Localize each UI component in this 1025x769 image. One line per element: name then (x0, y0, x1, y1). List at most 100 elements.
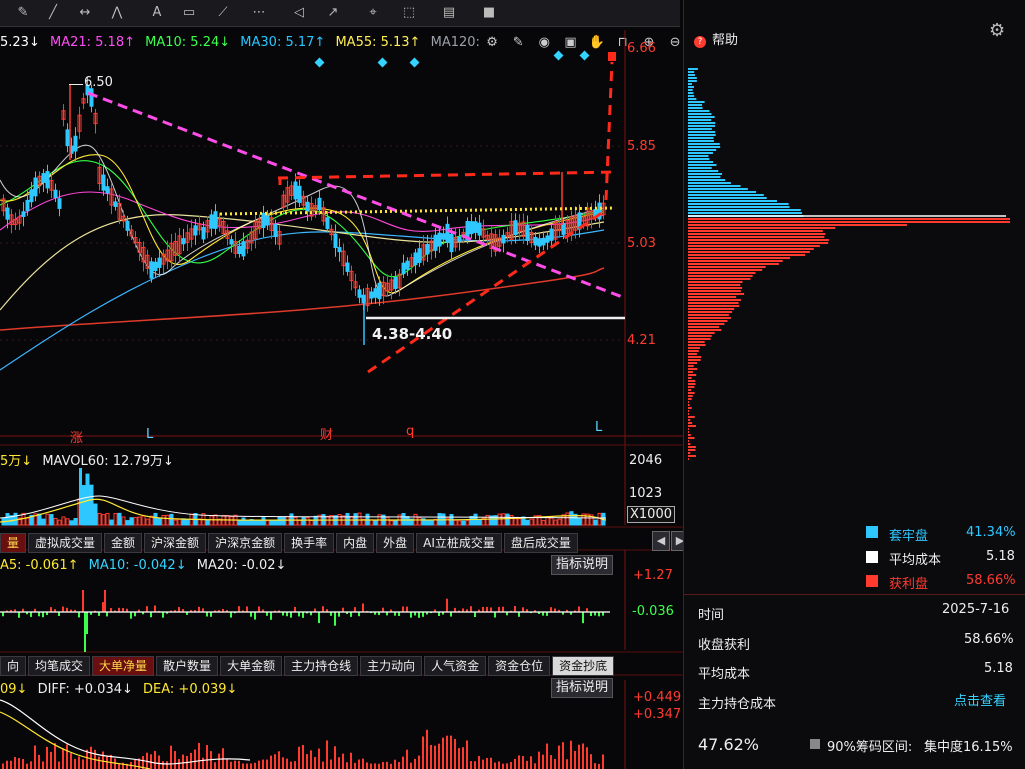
chip-bar (688, 284, 741, 286)
tab-inner[interactable]: 内盘 (336, 533, 375, 553)
macd-bar (414, 758, 416, 769)
marker-zhang[interactable]: 涨 (70, 427, 83, 446)
chip-bar (688, 134, 716, 136)
chip-bar (688, 203, 789, 205)
tab-outer[interactable]: 外盘 (376, 533, 415, 553)
tab-amount[interactable]: 金额 (104, 533, 143, 553)
volume-bar (241, 517, 246, 526)
candle-body (473, 221, 478, 233)
macd-bar (366, 762, 368, 769)
ind1-tick-mid: -0.036 (632, 604, 674, 619)
chip-bar (688, 329, 722, 331)
macd-bar (410, 762, 412, 769)
chip-bar (688, 170, 719, 172)
tab-virtual-vol[interactable]: 虚拟成交量 (28, 533, 103, 553)
help-icon[interactable]: ? (694, 36, 706, 48)
ind2-legend-c: DEA: +0.039↓ (143, 682, 238, 697)
tab-popularity[interactable]: 人气资金 (424, 656, 487, 676)
candle-body (333, 233, 338, 248)
chip-bar (688, 80, 697, 82)
candle-body (297, 185, 302, 203)
volume-bar (57, 519, 62, 526)
marker-l-1[interactable]: L (146, 427, 153, 442)
indicator1-bar (198, 606, 200, 612)
tab-ai-vol[interactable]: AI立桩成交量 (416, 533, 502, 553)
kline-chart[interactable] (0, 0, 683, 769)
macd-bar (230, 761, 232, 769)
main-cost-link[interactable]: 点击查看 (954, 690, 1006, 709)
macd-bar (286, 758, 288, 769)
tab-hsj-amount[interactable]: 沪深京金额 (208, 533, 283, 553)
chip-bar (688, 458, 690, 460)
candle-body (393, 277, 398, 289)
candle-body (561, 223, 566, 235)
volume-bar (541, 519, 546, 526)
chip-bar (688, 224, 907, 226)
tab-hs-amount[interactable]: 沪深金额 (144, 533, 207, 553)
vol-unit[interactable]: X1000 (627, 506, 675, 523)
fund-tabs: 向 均笔成交 大单净量 散户数量 大单金额 主力持仓线 主力动向 人气资金 资金… (0, 656, 616, 676)
indicator1-bar (334, 612, 336, 626)
candle-body (157, 257, 162, 268)
tab-main-trend[interactable]: 主力动向 (360, 656, 423, 676)
macd-bar (298, 746, 300, 769)
indicator1-bar (318, 612, 320, 624)
indicator1-bar (254, 612, 256, 620)
volume-bar (101, 514, 106, 526)
macd-bar (214, 762, 216, 769)
ind2-help-button[interactable]: 指标说明 (551, 678, 614, 698)
tab-vol[interactable]: 量 (0, 533, 27, 553)
indicator1-bar (470, 606, 472, 612)
chip-bar (688, 230, 823, 232)
chip-bar (688, 401, 689, 403)
macd-bar (38, 754, 40, 769)
tab-turnover[interactable]: 换手率 (284, 533, 335, 553)
gear-icon[interactable]: ⚙ (989, 20, 1005, 41)
concentration-label: 集中度16.15% (924, 740, 1013, 755)
help-row[interactable]: ? 帮助 (694, 29, 738, 48)
tab-fund-position[interactable]: 资金仓位 (488, 656, 551, 676)
volume-bar (529, 518, 534, 526)
candle-body (413, 252, 418, 266)
marker-l-2[interactable]: L (595, 420, 602, 435)
tab-big-net[interactable]: 大单净量 (92, 656, 155, 676)
candle-body (209, 214, 214, 229)
chip-bar (688, 446, 696, 448)
chip-bar (688, 326, 720, 328)
volume-bar (21, 512, 26, 526)
chip-bar (688, 233, 826, 235)
tab-fund-bottom[interactable]: 资金抄底 (552, 656, 615, 676)
tab-main-position[interactable]: 主力持仓线 (284, 656, 359, 676)
tab-afterhours[interactable]: 盘后成交量 (503, 533, 578, 553)
indicator1-bar (84, 612, 86, 652)
tab-xiang[interactable]: 向 (0, 656, 27, 676)
chip-bar (688, 248, 814, 250)
candle-body (357, 289, 362, 298)
ind1-help-button[interactable]: 指标说明 (551, 555, 614, 575)
chip-bar (688, 122, 716, 124)
candle-body (265, 215, 270, 226)
tab-big-amount[interactable]: 大单金额 (220, 656, 283, 676)
candle-body (21, 211, 26, 217)
volume-bar (357, 512, 362, 526)
tab-retail-count[interactable]: 散户数量 (156, 656, 219, 676)
indicator1-bar (362, 603, 364, 612)
marker-cai[interactable]: 财 (320, 424, 333, 443)
macd-bar (354, 762, 356, 769)
chip-bar (688, 74, 696, 76)
marker-q[interactable]: q (406, 424, 414, 439)
indicator1-bar (258, 606, 260, 612)
macd-bar (402, 756, 404, 769)
tab-scroll-left-icon[interactable]: ◀ (652, 531, 670, 551)
macd-bar (422, 736, 424, 769)
chip-bar (688, 395, 693, 397)
tab-avg-trade[interactable]: 均笔成交 (28, 656, 91, 676)
volume-bar (525, 519, 530, 526)
indicator1-bar (18, 612, 20, 618)
chip-bar (688, 161, 714, 163)
indicator1-bar (514, 606, 516, 612)
macd-bar (442, 737, 444, 769)
trapped-label: 套牢盘 (889, 529, 929, 544)
macd-bar (218, 753, 220, 769)
volume-bar (565, 512, 570, 526)
